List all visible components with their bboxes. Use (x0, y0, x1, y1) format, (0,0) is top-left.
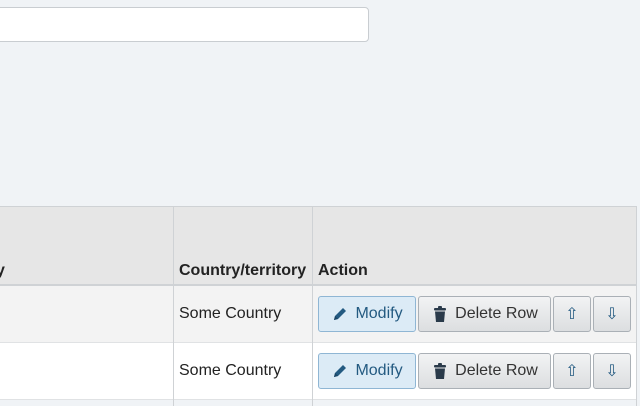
move-up-button[interactable]: ⇧ (553, 296, 591, 332)
trash-icon (434, 306, 447, 322)
modify-label: Modify (355, 362, 403, 379)
column-divider (636, 206, 637, 406)
move-down-button[interactable]: ⇩ (593, 353, 631, 389)
arrow-down-icon: ⇩ (605, 306, 619, 323)
delete-label: Delete Row (455, 362, 538, 379)
trash-icon (434, 363, 447, 379)
column-divider (173, 206, 174, 406)
column-header-partial[interactable]: y (0, 262, 5, 280)
arrow-up-icon: ⇧ (565, 306, 579, 323)
table-row: Some Country Modify Delete Row ⇧ ⇩ (0, 343, 637, 400)
search-input[interactable] (0, 7, 369, 42)
delete-row-button[interactable]: Delete Row (418, 296, 551, 332)
move-down-button[interactable]: ⇩ (593, 296, 631, 332)
modify-button[interactable]: Modify (318, 353, 416, 389)
pencil-icon (334, 365, 347, 377)
move-up-button[interactable]: ⇧ (553, 353, 591, 389)
delete-row-button[interactable]: Delete Row (418, 353, 551, 389)
column-divider (312, 206, 313, 406)
column-header-country[interactable]: Country/territory (179, 262, 306, 280)
data-table: y Country/territory Action Some Country … (0, 206, 637, 406)
pencil-icon (334, 308, 347, 320)
modify-button[interactable]: Modify (318, 296, 416, 332)
country-cell: Some Country (179, 362, 282, 379)
column-header-action: Action (318, 262, 368, 279)
arrow-down-icon: ⇩ (605, 363, 619, 380)
delete-label: Delete Row (455, 305, 538, 322)
table-row: Some Country Modify Delete Row ⇧ ⇩ (0, 286, 637, 343)
modify-label: Modify (355, 305, 403, 322)
country-cell: Some Country (179, 305, 282, 322)
table-header: y Country/territory Action (0, 206, 637, 286)
arrow-up-icon: ⇧ (565, 363, 579, 380)
